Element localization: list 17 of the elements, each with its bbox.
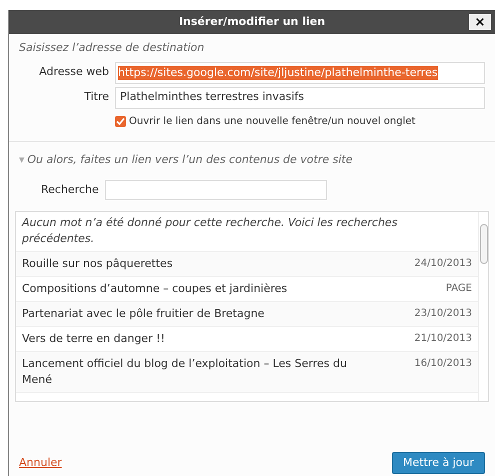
scrollbar[interactable]: [478, 212, 488, 401]
result-item[interactable]: Partenariat avec le pôle fruitier de Bretagne 23/10/2013: [16, 302, 478, 327]
window-title: Insérer/modifier un lien: [178, 14, 326, 30]
url-label: Adresse web: [38, 64, 109, 80]
result-item[interactable]: Lancement officiel du blog de l’exploitation – Les Serres du Mené 16/10/2013: [16, 352, 478, 393]
result-item[interactable]: Rouille sur nos pâquerettes 24/10/2013: [16, 252, 478, 277]
new-tab-checkbox[interactable]: [115, 116, 126, 126]
close-button[interactable]: ×: [469, 14, 491, 30]
search-label: Recherche: [41, 182, 99, 198]
search-field[interactable]: [104, 180, 327, 200]
section-heading: Ou alors, faites un lien vers l’un des contenus de votre site: [27, 152, 353, 168]
update-button[interactable]: Mettre à jour: [392, 452, 485, 474]
title-field[interactable]: Plathelminthes terrestres invasifs: [115, 86, 485, 108]
title-label: Titre: [83, 89, 109, 106]
cancel-link[interactable]: Annuler: [19, 454, 62, 472]
new-tab-label: Ouvrir le lien dans une nouvelle fenêtre/un nouvel onglet: [129, 114, 416, 128]
section-heading: Saisissez l’adresse de destination: [19, 40, 206, 56]
